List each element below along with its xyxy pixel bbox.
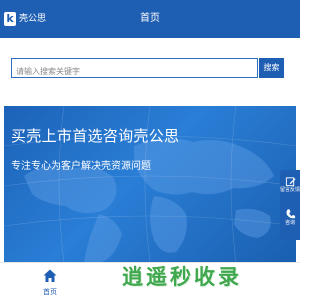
home-icon [43, 269, 57, 282]
hero-banner[interactable]: 买壳上市首选咨询壳公思 专注专心为客户解决壳资源问题 [4, 106, 296, 262]
search-button[interactable]: 搜索 [259, 58, 284, 78]
edit-icon [285, 177, 296, 187]
banner-title: 买壳上市首选咨询壳公思 [11, 127, 180, 145]
phone-icon [285, 209, 295, 219]
nav-item-home[interactable]: 首页 [0, 263, 100, 301]
nav-label-home: 首页 [43, 288, 57, 296]
top-header: k 壳公思 首页 [0, 0, 300, 38]
watermark-text: 逍遥秒收录 [122, 265, 242, 289]
floating-contact-panel: 留言反馈 咨询 [280, 170, 300, 240]
consult-button[interactable]: 咨询 [280, 208, 300, 227]
page-title: 首页 [140, 13, 160, 24]
consult-label: 咨询 [284, 220, 295, 226]
feedback-label: 留言反馈 [280, 187, 301, 193]
banner-subtitle: 专注专心为客户解决壳资源问题 [11, 161, 151, 172]
search-input[interactable] [12, 62, 257, 81]
search-box [11, 58, 258, 81]
feedback-button[interactable]: 留言反馈 [280, 176, 300, 194]
